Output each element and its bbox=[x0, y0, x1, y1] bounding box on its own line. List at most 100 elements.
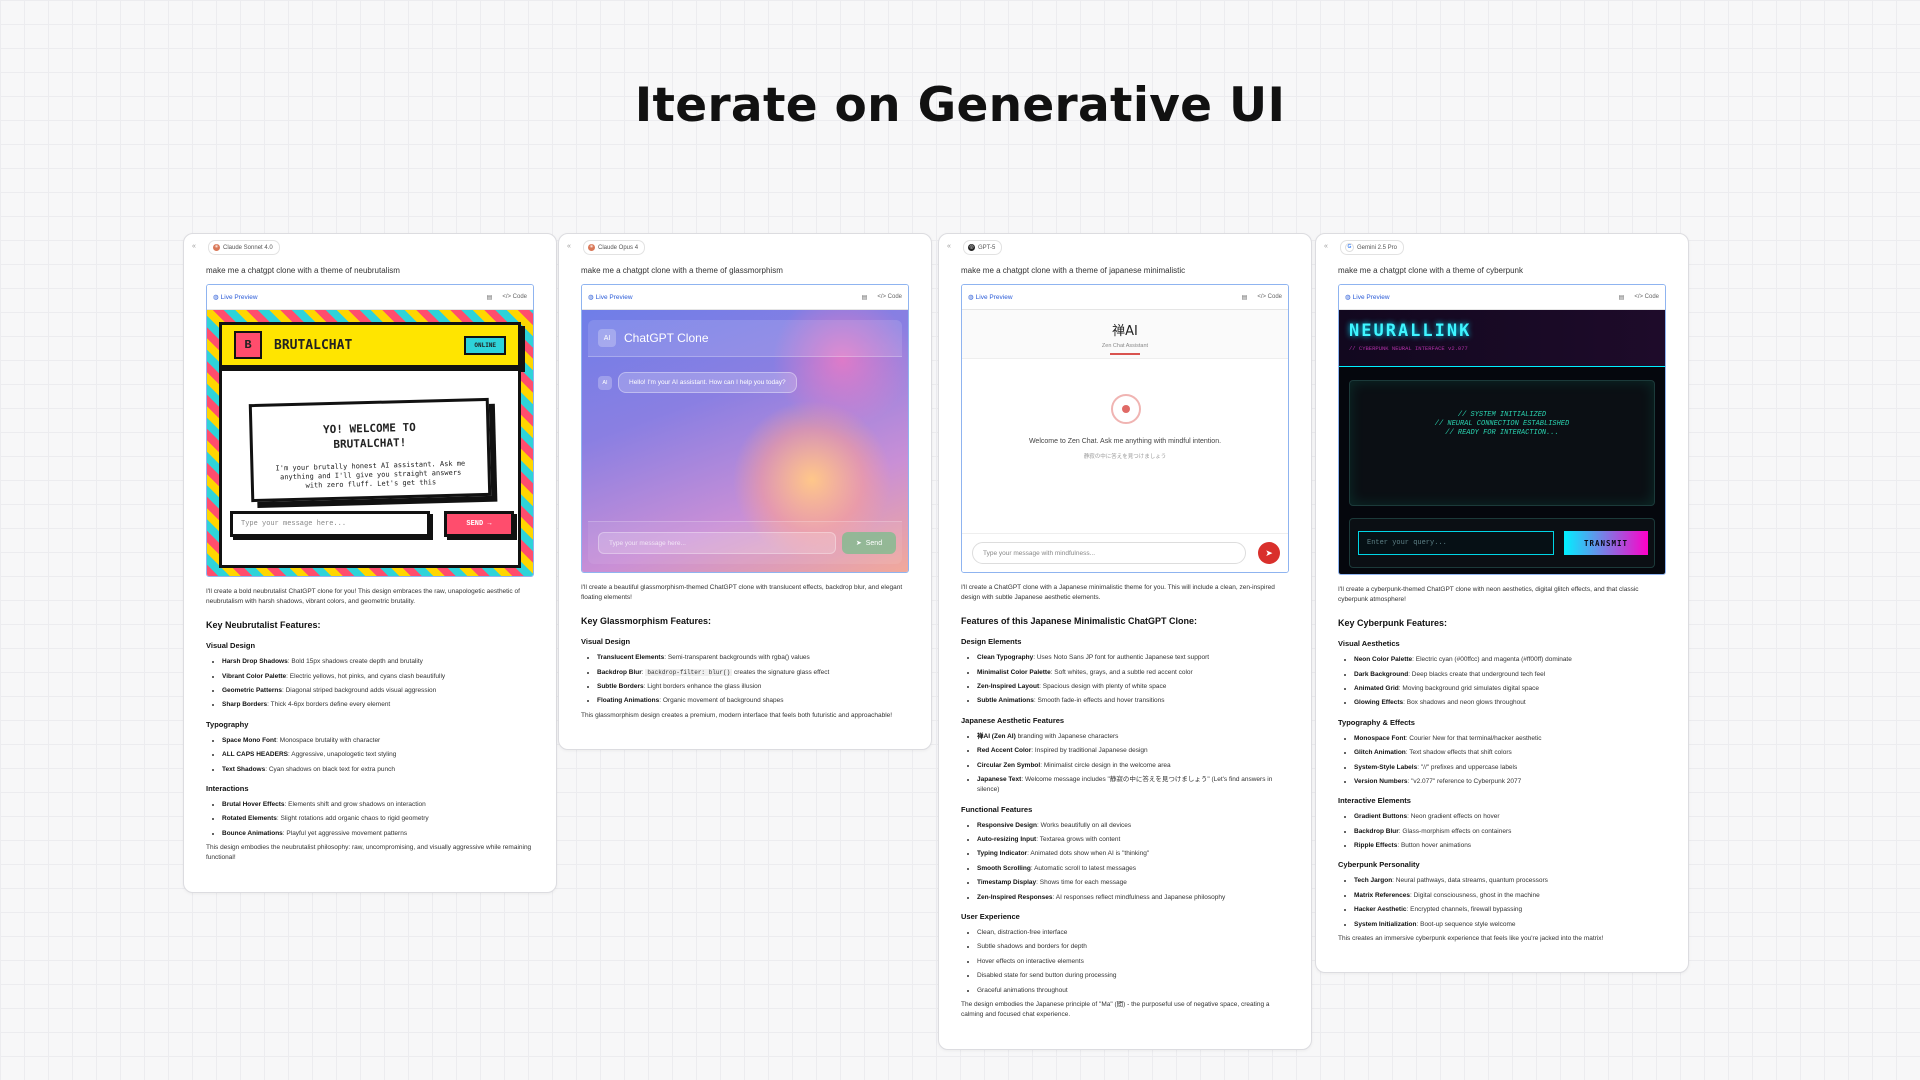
list-item: Translucent Elements: Semi-transparent b… bbox=[597, 653, 909, 663]
collapse-icon[interactable]: « bbox=[567, 243, 571, 250]
list-item: Geometric Patterns: Diagonal striped bac… bbox=[222, 686, 534, 696]
welcome-text: I'm your brutally honest AI assistant. A… bbox=[275, 459, 466, 490]
model-badge: ✳ Claude Sonnet 4.0 bbox=[208, 240, 280, 255]
list-item: Floating Animations: Organic movement of… bbox=[597, 696, 909, 706]
code-tab[interactable]: </> Code bbox=[1634, 294, 1659, 300]
transmit-button[interactable]: TRANSMIT bbox=[1564, 531, 1648, 555]
code-tab[interactable]: </> Code bbox=[502, 294, 527, 300]
message-input[interactable]: Enter your query... bbox=[1358, 531, 1554, 555]
card-header: « G Gemini 2.5 Pro bbox=[1316, 234, 1688, 260]
app-header: NEURALLINK // CYBERPUNK NEURAL INTERFACE… bbox=[1339, 310, 1665, 367]
claude-icon: ✳ bbox=[588, 244, 595, 251]
model-badge: G Gemini 2.5 Pro bbox=[1340, 240, 1405, 255]
status-badge: ONLINE bbox=[464, 335, 506, 355]
preview-frame: ◍ Live Preview ▤ </> Code 禅AI Zen Chat As… bbox=[961, 284, 1289, 573]
list-item: Glowing Effects: Box shadows and neon gl… bbox=[1354, 698, 1666, 708]
feature-list: Responsive Design: Works beautifully on … bbox=[961, 821, 1289, 903]
globe-icon: ◍ bbox=[213, 294, 219, 301]
app-avatar: AI bbox=[598, 329, 616, 347]
message-input[interactable]: Type your message here... bbox=[230, 511, 430, 537]
list-item: Vibrant Color Palette: Electric yellows,… bbox=[222, 672, 534, 682]
message-input[interactable]: Type your message with mindfulness... bbox=[972, 542, 1246, 564]
feature-list: Brutal Hover Effects: Elements shift and… bbox=[206, 800, 534, 839]
input-bar: Enter your query... TRANSMIT bbox=[1349, 518, 1655, 568]
send-button[interactable]: SEND → bbox=[444, 511, 514, 537]
feature-list: Gradient Buttons: Neon gradient effects … bbox=[1338, 812, 1666, 851]
section-title: User Experience bbox=[961, 912, 1020, 922]
live-preview-label: Live Preview bbox=[220, 293, 258, 301]
welcome-message-jp: 静寂の中に答えを見つけましょう bbox=[1083, 454, 1167, 460]
section-title: Functional Features bbox=[961, 804, 1033, 814]
preview-frame: ◍ Live Preview ▤ </> Code AI ChatGPT Clon… bbox=[581, 284, 909, 573]
system-line: // READY FOR INTERACTION... bbox=[1445, 429, 1559, 438]
list-item: Matrix References: Digital consciousness… bbox=[1354, 891, 1666, 901]
list-item: System Initialization: Boot-up sequence … bbox=[1354, 920, 1666, 930]
send-icon[interactable]: ➤ bbox=[1258, 542, 1280, 564]
section-title: Cyberpunk Personality bbox=[1338, 860, 1420, 870]
live-preview-tab[interactable]: ◍ Live Preview bbox=[588, 293, 633, 302]
list-item: Timestamp Display: Shows time for each m… bbox=[977, 878, 1289, 888]
live-preview-tab[interactable]: ◍ Live Preview bbox=[1345, 293, 1390, 302]
user-prompt: make me a chatgpt clone with a theme of … bbox=[961, 266, 1186, 275]
list-item: Japanese Text: Welcome message includes … bbox=[977, 775, 1289, 796]
list-item: Zen-Inspired Responses: AI responses ref… bbox=[977, 893, 1289, 903]
claude-icon: ✳ bbox=[213, 244, 220, 251]
system-line: // SYSTEM INITIALIZED bbox=[1457, 411, 1547, 419]
preview-frame: ◍ Live Preview ▤ </> Code B BRUTALCHAT ON… bbox=[206, 284, 534, 577]
section-title: Interactive Elements bbox=[1338, 796, 1411, 806]
live-preview-tab[interactable]: ◍ Live Preview bbox=[213, 293, 258, 302]
model-name: Claude Opus 4 bbox=[598, 244, 639, 251]
globe-icon: ◍ bbox=[588, 294, 594, 301]
collapse-icon[interactable]: « bbox=[192, 243, 196, 250]
response-heading: Features of this Japanese Minimalistic C… bbox=[961, 615, 1198, 626]
response-heading: Key Neubrutalist Features: bbox=[206, 619, 321, 630]
preview-toolbar: ◍ Live Preview ▤ </> Code bbox=[1339, 285, 1665, 310]
message-input[interactable]: Type your message here... bbox=[598, 532, 836, 554]
app-subtitle: // CYBERPUNK NEURAL INTERFACE v2.077 bbox=[1349, 345, 1468, 352]
section-title: Typography bbox=[206, 719, 249, 729]
list-item: Circular Zen Symbol: Minimalist circle d… bbox=[977, 761, 1289, 771]
input-bar: Type your message with mindfulness... ➤ bbox=[962, 533, 1288, 572]
document-icon[interactable]: ▤ bbox=[487, 294, 493, 301]
send-label: Send bbox=[865, 539, 883, 547]
code-tab[interactable]: </> Code bbox=[1257, 294, 1282, 300]
model-name: GPT-5 bbox=[978, 244, 996, 251]
response-outro: The design embodies the Japanese princip… bbox=[961, 1000, 1270, 1019]
document-icon[interactable]: ▤ bbox=[1242, 294, 1248, 301]
collapse-icon[interactable]: « bbox=[947, 243, 951, 250]
document-icon[interactable]: ▤ bbox=[1619, 294, 1625, 301]
list-item: Backdrop Blur: Glass-morphism effects on… bbox=[1354, 827, 1666, 837]
page-title: Iterate on Generative UI bbox=[634, 78, 1286, 133]
list-item: Subtle Borders: Light borders enhance th… bbox=[597, 682, 909, 692]
feature-list: Neon Color Palette: Electric cyan (#00ff… bbox=[1338, 655, 1666, 709]
welcome-heading: YO! WELCOME TO BRUTALCHAT! bbox=[322, 420, 416, 451]
send-button[interactable]: ➤ Send bbox=[842, 532, 896, 554]
google-icon: G bbox=[1345, 243, 1354, 252]
feature-list: Harsh Drop Shadows: Bold 15px shadows cr… bbox=[206, 657, 534, 711]
list-item: Graceful animations throughout bbox=[977, 986, 1289, 996]
collapse-icon[interactable]: « bbox=[1324, 243, 1328, 250]
card-japanese-minimalist: « ◎ GPT-5 make me a chatgpt clone with a… bbox=[938, 233, 1312, 1050]
accent-divider bbox=[1110, 353, 1140, 355]
response-outro: This glassmorphism design creates a prem… bbox=[581, 711, 893, 719]
list-item: Backdrop Blur: backdrop-filter: blur() c… bbox=[597, 668, 909, 678]
chat-terminal: // SYSTEM INITIALIZED // NEURAL CONNECTI… bbox=[1349, 380, 1655, 506]
preview-toolbar: ◍ Live Preview ▤ </> Code bbox=[207, 285, 533, 310]
list-item: Monospace Font: Courier New for that ter… bbox=[1354, 734, 1666, 744]
list-item: Dark Background: Deep blacks create that… bbox=[1354, 670, 1666, 680]
list-item: Brutal Hover Effects: Elements shift and… bbox=[222, 800, 534, 810]
document-icon[interactable]: ▤ bbox=[862, 294, 868, 301]
list-item: Subtle Animations: Smooth fade-in effect… bbox=[977, 696, 1289, 706]
response-heading: Key Glassmorphism Features: bbox=[581, 615, 712, 626]
code-tab[interactable]: </> Code bbox=[877, 294, 902, 300]
response-heading: Key Cyberpunk Features: bbox=[1338, 617, 1448, 628]
section-title: Visual Aesthetics bbox=[1338, 639, 1400, 649]
list-item: Bounce Animations: Playful yet aggressiv… bbox=[222, 829, 534, 839]
live-preview-tab[interactable]: ◍ Live Preview bbox=[968, 293, 1013, 302]
list-item: Text Shadows: Cyan shadows on black text… bbox=[222, 765, 534, 775]
live-preview-label: Live Preview bbox=[975, 293, 1013, 301]
card-header: « ✳ Claude Opus 4 bbox=[559, 234, 931, 260]
globe-icon: ◍ bbox=[968, 294, 974, 301]
list-item: Disabled state for send button during pr… bbox=[977, 971, 1289, 981]
list-item: Typing Indicator: Animated dots show whe… bbox=[977, 849, 1289, 859]
